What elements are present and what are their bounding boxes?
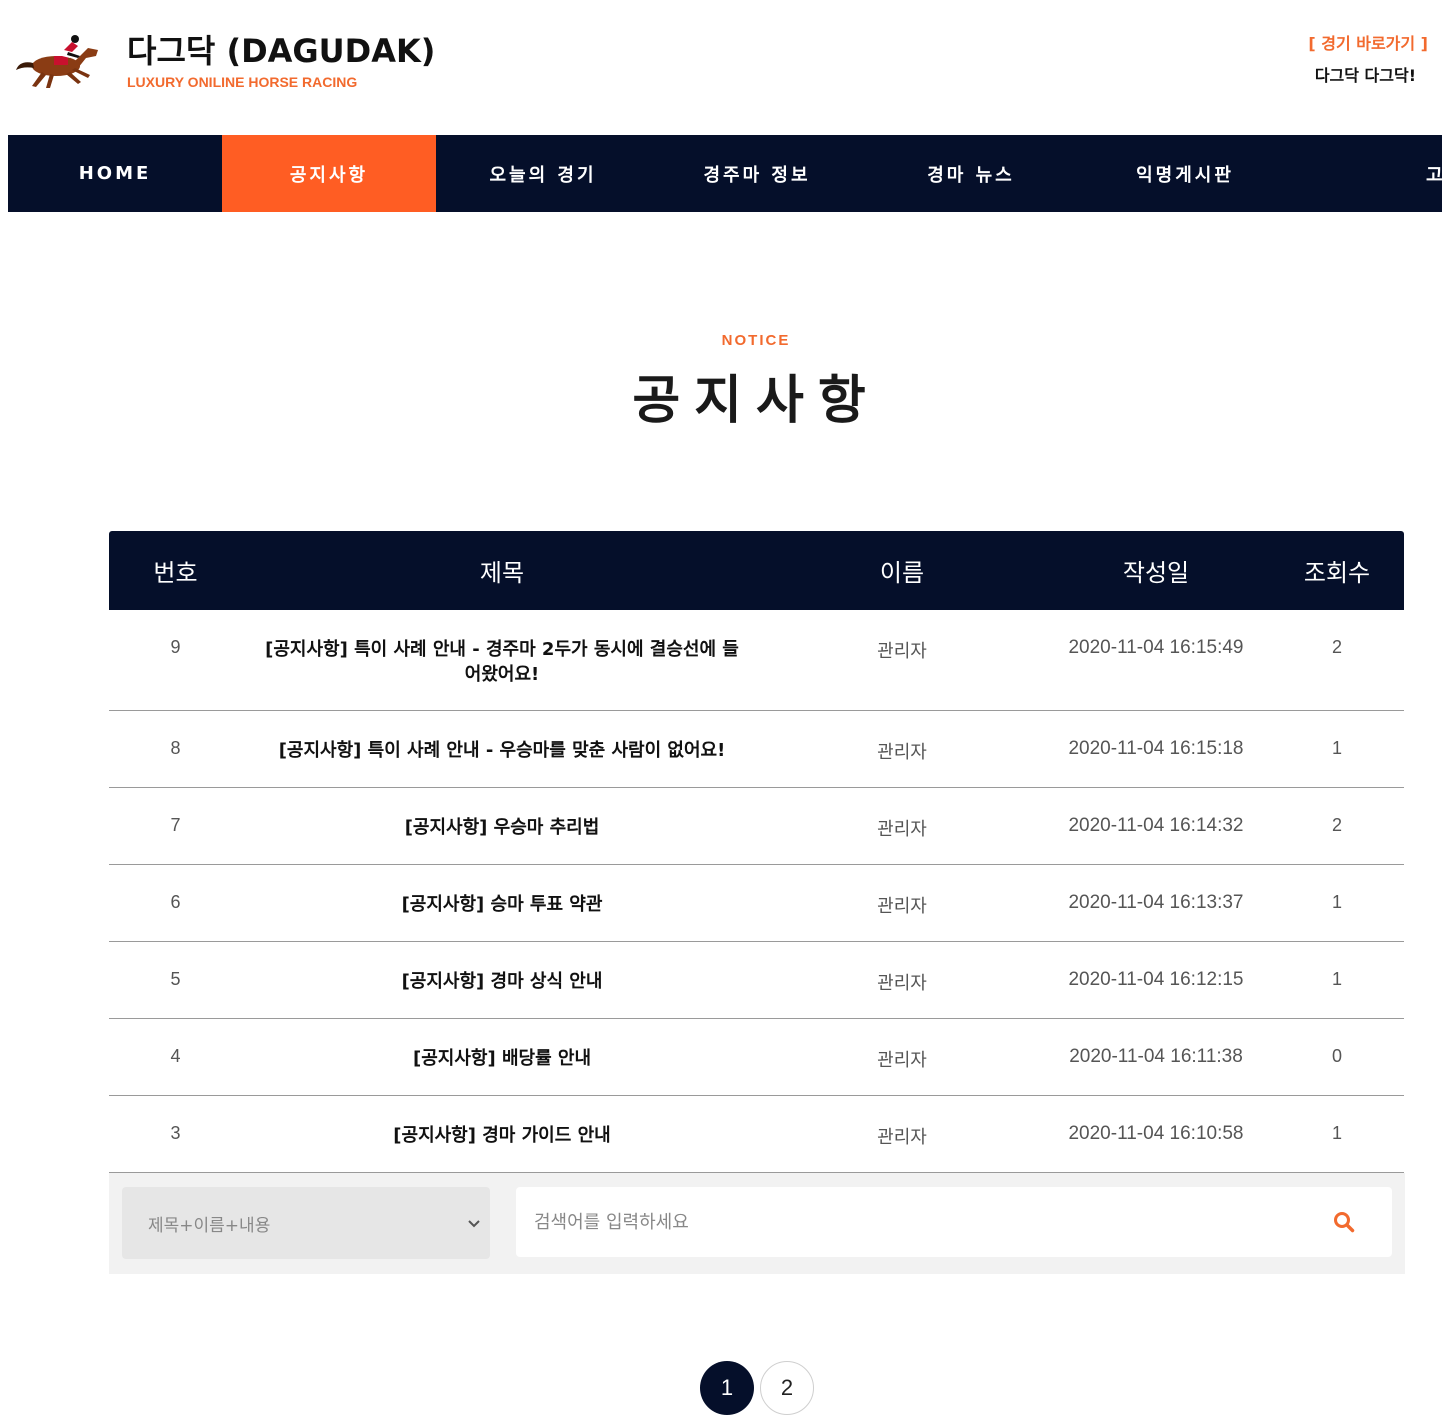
- row-date: 2020-11-04 16:15:49: [1068, 637, 1244, 658]
- row-views: 0: [1331, 1046, 1342, 1066]
- table-row[interactable]: 5 [공지사항] 경마 상식 안내 관리자 2020-11-04 16:12:1…: [109, 942, 1404, 1019]
- row-date: 2020-11-04 16:12:15: [1068, 969, 1244, 990]
- row-title-link[interactable]: [공지사항] 배당률 안내: [242, 1019, 762, 1071]
- row-number: 3: [170, 1123, 181, 1143]
- nav-item-today-race[interactable]: 오늘의 경기: [436, 135, 650, 212]
- table-header: 번호 제목 이름 작성일 조회수: [109, 531, 1404, 610]
- row-number: 7: [170, 815, 181, 835]
- row-date: 2020-11-04 16:14:32: [1068, 815, 1244, 836]
- row-author: 관리자: [877, 1050, 927, 1071]
- horse-jockey-icon[interactable]: [12, 30, 104, 92]
- nav-item-home[interactable]: HOME: [8, 135, 222, 212]
- row-author: 관리자: [877, 641, 927, 662]
- row-views: 2: [1331, 637, 1342, 657]
- table-row[interactable]: 7 [공지사항] 우승마 추리법 관리자 2020-11-04 16:14:32…: [109, 788, 1404, 865]
- header-number: 번호: [153, 559, 198, 587]
- row-title-link[interactable]: [공지사항] 승마 투표 약관: [242, 865, 762, 917]
- nav-item-racing-news[interactable]: 경마 뉴스: [864, 135, 1078, 212]
- row-author: 관리자: [877, 742, 927, 763]
- table-row[interactable]: 4 [공지사항] 배당률 안내 관리자 2020-11-04 16:11:38 …: [109, 1019, 1404, 1096]
- main-nav: HOME 공지사항 오늘의 경기 경주마 정보 경마 뉴스 익명게시판 고객센터: [8, 135, 1442, 212]
- row-number: 5: [170, 969, 181, 989]
- table-row[interactable]: 3 [공지사항] 경마 가이드 안내 관리자 2020-11-04 16:10:…: [109, 1096, 1404, 1173]
- page-button[interactable]: 2: [760, 1361, 814, 1415]
- nav-item-anonymous-board[interactable]: 익명게시판: [1078, 135, 1292, 212]
- row-title-link[interactable]: [공지사항] 경마 가이드 안내: [242, 1096, 762, 1148]
- header-date: 작성일: [1122, 559, 1190, 587]
- row-views: 1: [1331, 969, 1342, 989]
- nav-item-notice[interactable]: 공지사항: [222, 135, 436, 212]
- site-header: 다그닥 (DAGUDAK) LUXURY ONILINE HORSE RACIN…: [0, 0, 1442, 135]
- search-scope-select[interactable]: 제목+이름+내용: [122, 1187, 490, 1259]
- row-title-link[interactable]: [공지사항] 경마 상식 안내: [242, 942, 762, 994]
- nav-item-customer-center[interactable]: 고객센터: [1292, 135, 1442, 212]
- notice-table: 번호 제목 이름 작성일 조회수 9 [공지사항] 특이 사례 안내 - 경주마…: [109, 531, 1404, 1173]
- site-tagline: LUXURY ONILINE HORSE RACING: [127, 74, 358, 90]
- nav-item-horse-info[interactable]: 경주마 정보: [650, 135, 864, 212]
- row-date: 2020-11-04 16:11:38: [1069, 1046, 1243, 1067]
- search-bar: 제목+이름+내용: [109, 1173, 1405, 1274]
- row-date: 2020-11-04 16:15:18: [1068, 738, 1244, 759]
- row-number: 8: [170, 738, 181, 758]
- row-views: 2: [1331, 815, 1342, 835]
- section-eyebrow: NOTICE: [721, 332, 791, 349]
- row-number: 9: [170, 637, 181, 657]
- race-shortcut-link[interactable]: [ 경기 바로가기 ]: [1308, 30, 1428, 54]
- row-views: 1: [1331, 738, 1342, 758]
- row-author: 관리자: [877, 819, 927, 840]
- row-date: 2020-11-04 16:13:37: [1068, 892, 1244, 913]
- row-title-link[interactable]: [공지사항] 특이 사례 안내 - 경주마 2두가 동시에 결승선에 들어왔어요…: [242, 610, 762, 687]
- row-number: 6: [170, 892, 181, 912]
- table-row[interactable]: 9 [공지사항] 특이 사례 안내 - 경주마 2두가 동시에 결승선에 들어왔…: [109, 610, 1404, 711]
- chevron-down-icon: [468, 1220, 480, 1228]
- row-author: 관리자: [877, 1127, 927, 1148]
- search-scope-value: 제목+이름+내용: [148, 1215, 271, 1236]
- header-views: 조회수: [1303, 559, 1371, 587]
- row-title-link[interactable]: [공지사항] 특이 사례 안내 - 우승마를 맞춘 사람이 없어요!: [242, 711, 762, 763]
- row-title-link[interactable]: [공지사항] 우승마 추리법: [242, 788, 762, 840]
- row-date: 2020-11-04 16:10:58: [1068, 1123, 1244, 1144]
- page-title: 공지사항: [632, 371, 880, 431]
- row-views: 1: [1331, 892, 1342, 912]
- table-row[interactable]: 8 [공지사항] 특이 사례 안내 - 우승마를 맞춘 사람이 없어요! 관리자…: [109, 711, 1404, 788]
- site-title[interactable]: 다그닥 (DAGUDAK): [127, 26, 435, 72]
- table-row[interactable]: 6 [공지사항] 승마 투표 약관 관리자 2020-11-04 16:13:3…: [109, 865, 1404, 942]
- search-input[interactable]: [516, 1187, 1316, 1257]
- row-author: 관리자: [877, 896, 927, 917]
- row-author: 관리자: [877, 973, 927, 994]
- pagination: 1 2: [700, 1361, 814, 1415]
- race-shortcut-caption: 다그닥 다그닥!: [1314, 66, 1416, 85]
- header-title: 제목: [479, 559, 525, 587]
- header-name: 이름: [879, 559, 925, 587]
- page-button-current[interactable]: 1: [700, 1361, 754, 1415]
- search-field: [516, 1187, 1392, 1257]
- row-number: 4: [170, 1046, 181, 1066]
- search-icon[interactable]: [1333, 1211, 1355, 1233]
- row-views: 1: [1331, 1123, 1342, 1143]
